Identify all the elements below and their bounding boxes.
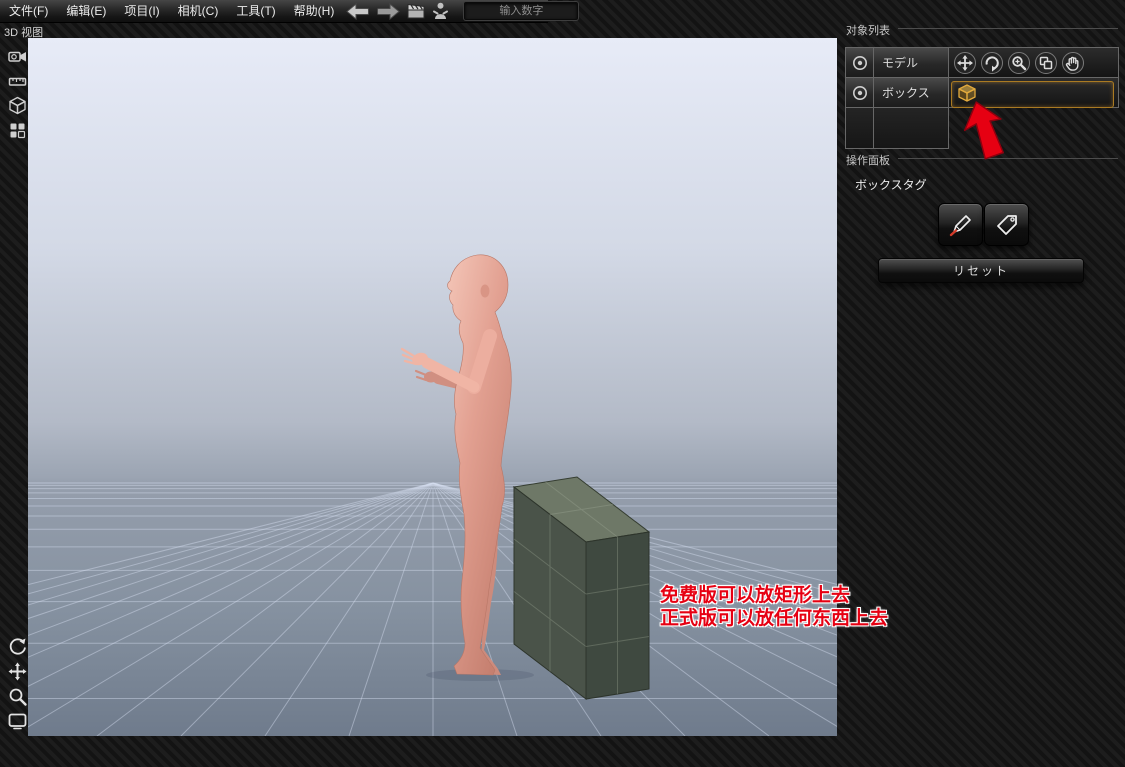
menu-camera[interactable]: 相机(C) [169, 0, 228, 22]
viewport-label: 3D 视图 [4, 24, 43, 40]
menu-help[interactable]: 帮助(H) [285, 0, 344, 22]
duplicate-icon[interactable] [1034, 51, 1058, 75]
box-tag-label: ボックスタグ [855, 176, 927, 193]
app-window: 文件(F) 编辑(E) 项目(I) 相机(C) 工具(T) 帮助(H) 3D 视… [0, 0, 1125, 767]
frame-icon[interactable] [6, 709, 28, 731]
camera-icon[interactable] [6, 45, 28, 67]
visibility-toggle-box[interactable] [846, 78, 874, 108]
empty-row-cell [874, 108, 949, 149]
empty-row-cell [846, 108, 874, 149]
move-icon[interactable] [953, 51, 977, 75]
viewport-3d[interactable] [28, 38, 837, 736]
rotate-icon[interactable] [980, 51, 1004, 75]
tag-button[interactable] [984, 203, 1029, 246]
menubar: 文件(F) 编辑(E) 项目(I) 相机(C) 工具(T) 帮助(H) [0, 0, 548, 23]
clapperboard-icon[interactable] [406, 2, 426, 20]
model-tools-cell [949, 48, 1119, 78]
forward-icon[interactable] [376, 3, 400, 20]
reset-button[interactable]: リセット [878, 258, 1084, 283]
object-list-divider [898, 28, 1118, 29]
object-row-model[interactable]: モデル [874, 48, 949, 78]
cube-icon[interactable] [6, 94, 28, 116]
orbit-icon[interactable] [6, 635, 28, 657]
red-arrow-pointer [956, 99, 1020, 163]
blocks-icon[interactable] [6, 119, 28, 141]
visibility-toggle-model[interactable] [846, 48, 874, 78]
eye-icon [852, 85, 868, 101]
viewport-canvas[interactable] [28, 38, 837, 736]
mannequin-icon[interactable] [432, 2, 449, 20]
tag-icon [994, 212, 1020, 238]
menu-tools[interactable]: 工具(T) [227, 0, 284, 22]
back-icon[interactable] [346, 3, 370, 20]
annotation-text: 免费版可以放矩形上去 正式版可以放任何东西上去 [660, 584, 888, 630]
object-list-header: 对象列表 [846, 22, 890, 38]
pan-icon[interactable] [6, 660, 28, 682]
hand-icon[interactable] [1061, 51, 1085, 75]
annotation-line-2: 正式版可以放任何东西上去 [660, 607, 888, 630]
annotation-line-1: 免费版可以放矩形上去 [660, 584, 888, 607]
number-input[interactable] [464, 2, 578, 20]
paint-tag-button[interactable] [938, 203, 983, 246]
pen-icon [948, 212, 974, 238]
zoom-tool-icon[interactable] [6, 685, 28, 707]
object-row-box[interactable]: ボックス [874, 78, 949, 108]
ruler-icon[interactable] [6, 70, 28, 92]
menu-project[interactable]: 项目(I) [115, 0, 168, 22]
menu-edit[interactable]: 编辑(E) [57, 0, 115, 22]
menu-file[interactable]: 文件(F) [0, 0, 57, 22]
eye-icon [852, 55, 868, 71]
zoom-icon[interactable] [1007, 51, 1031, 75]
operation-panel-header: 操作面板 [846, 152, 890, 168]
